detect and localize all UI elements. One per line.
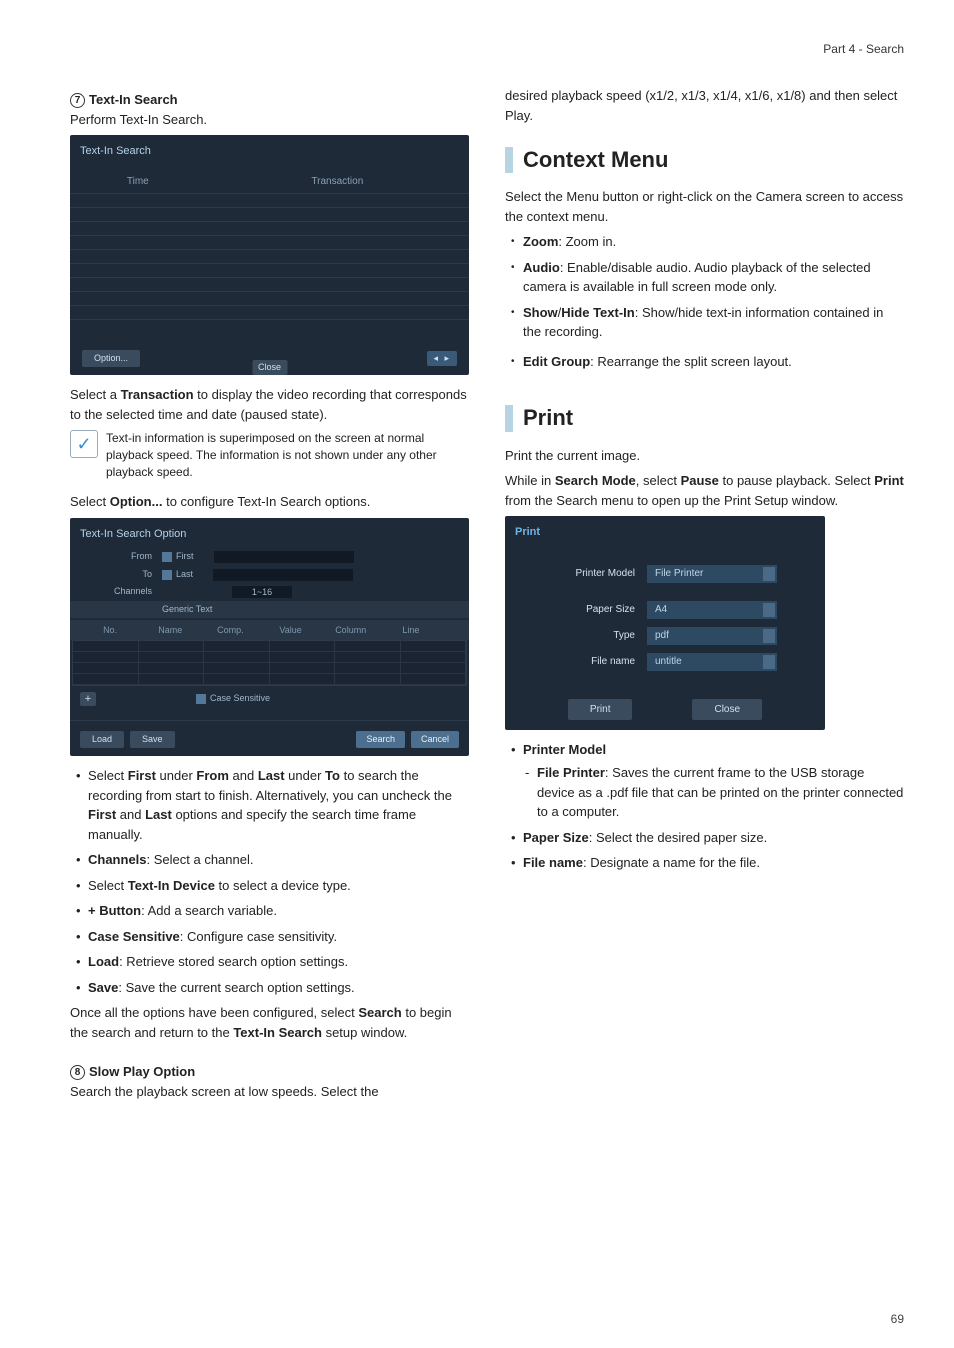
chevron-down-icon: [763, 603, 775, 617]
option-footer: Load Save Search Cancel: [70, 720, 469, 749]
case-sensitive-checkbox[interactable]: [196, 694, 206, 704]
list-item: Save: Save the current search option set…: [74, 978, 469, 998]
print-button[interactable]: Print: [568, 699, 633, 720]
section-7-title: Text-In Search: [89, 92, 178, 107]
section-8-title: Slow Play Option: [89, 1064, 195, 1079]
option-intro: Select Option... to configure Text-In Se…: [70, 492, 469, 512]
file-name-row: File name untitle: [505, 649, 825, 675]
channels-field[interactable]: 1~16: [232, 586, 292, 598]
textin-table-header: Time Transaction: [70, 174, 469, 189]
option-plus-row: + Case Sensitive: [70, 686, 469, 712]
first-label: First: [176, 550, 194, 564]
option-from-row: From First: [70, 548, 469, 566]
textin-transaction-para: Select a Transaction to display the vide…: [70, 385, 469, 424]
printer-model-row: Printer Model File Printer: [505, 561, 825, 587]
chevron-down-icon: [763, 629, 775, 643]
section-7-heading: 7 Text-In Search: [70, 90, 469, 110]
list-item: File name: Designate a name for the file…: [509, 853, 904, 873]
list-item: Edit Group: Rearrange the split screen l…: [509, 352, 904, 372]
section-7-subtitle: Perform Text-In Search.: [70, 110, 469, 130]
info-note-text: Text-in information is superimposed on t…: [106, 430, 469, 480]
slow-play-continuation: desired playback speed (x1/2, x1/3, x1/4…: [505, 86, 904, 125]
textin-close-button[interactable]: Close: [252, 360, 287, 376]
type-row: Type pdf: [505, 623, 825, 649]
list-item: Case Sensitive: Configure case sensitivi…: [74, 927, 469, 947]
print-close-button[interactable]: Close: [692, 699, 762, 720]
paper-size-row: Paper Size A4: [505, 597, 825, 623]
printer-model-select[interactable]: File Printer: [647, 565, 777, 583]
option-closing-para: Once all the options have been configure…: [70, 1003, 469, 1042]
print-dialog-title: Print: [505, 522, 825, 547]
cancel-button[interactable]: Cancel: [411, 731, 459, 749]
textin-search-screenshot: Text-In Search Time Transaction Option..…: [70, 135, 469, 375]
chevron-down-icon: [763, 567, 775, 581]
plus-button[interactable]: +: [80, 692, 96, 706]
file-name-input[interactable]: untitle: [647, 653, 777, 671]
option-channels-row: Channels 1~16: [70, 583, 469, 601]
context-menu-heading: Context Menu: [505, 147, 904, 173]
to-field[interactable]: [213, 569, 353, 581]
textin-col-transaction: Transaction: [206, 174, 469, 189]
context-menu-intro: Select the Menu button or right-click on…: [505, 187, 904, 226]
option-to-row: To Last: [70, 566, 469, 584]
sub-list-item: File Printer: Saves the current frame to…: [523, 763, 904, 822]
textin-panel-title: Text-In Search: [70, 141, 469, 166]
print-bullet-list: Printer Model File Printer: Saves the cu…: [505, 740, 904, 873]
list-item: Select Text-In Device to select a device…: [74, 876, 469, 896]
textin-option-screenshot: Text-In Search Option From First To Last…: [70, 518, 469, 757]
paper-size-select[interactable]: A4: [647, 601, 777, 619]
last-checkbox[interactable]: [162, 570, 172, 580]
section-8-heading: 8 Slow Play Option: [70, 1062, 469, 1082]
edit-icon: [763, 655, 775, 669]
circled-number-8: 8: [70, 1065, 85, 1080]
last-label: Last: [176, 568, 193, 582]
list-item: Select First under From and Last under T…: [74, 766, 469, 844]
print-dialog-screenshot: Print Printer Model File Printer Paper S…: [505, 516, 825, 730]
left-column: 7Text-In Search Perform Text-In Search. …: [70, 86, 469, 1107]
page-header: Part 4 - Search: [70, 40, 904, 58]
option-device-row: Generic Text: [70, 601, 469, 619]
textin-nav-arrows[interactable]: ◂ ▸: [427, 351, 457, 367]
list-item: Show/Hide Text-In: Show/hide text-in inf…: [509, 303, 904, 342]
list-item: Audio: Enable/disable audio. Audio playb…: [509, 258, 904, 297]
print-heading: Print: [505, 405, 904, 431]
from-field[interactable]: [214, 551, 354, 563]
case-sensitive-label: Case Sensitive: [210, 692, 270, 706]
load-button[interactable]: Load: [80, 731, 124, 749]
page-number: 69: [891, 1310, 904, 1328]
check-icon: ✓: [70, 430, 98, 458]
device-field[interactable]: Generic Text: [162, 603, 212, 617]
textin-col-time: Time: [70, 174, 206, 189]
option-panel-title: Text-In Search Option: [70, 524, 469, 549]
list-item: Paper Size: Select the desired paper siz…: [509, 828, 904, 848]
textin-table-body: [70, 193, 469, 333]
option-grid-header: No. Name Comp. Value Column Line: [70, 620, 469, 640]
right-column: desired playback speed (x1/2, x1/3, x1/4…: [505, 86, 904, 1107]
two-column-layout: 7Text-In Search Perform Text-In Search. …: [70, 86, 904, 1107]
print-dialog-footer: Print Close: [505, 699, 825, 720]
option-bullet-list: Select First under From and Last under T…: [70, 766, 469, 997]
print-p1: Print the current image.: [505, 446, 904, 466]
info-note: ✓ Text-in information is superimposed on…: [70, 430, 469, 480]
option-save-button[interactable]: Save: [130, 731, 175, 749]
list-item: Load: Retrieve stored search option sett…: [74, 952, 469, 972]
textin-option-button[interactable]: Option...: [82, 350, 140, 368]
first-checkbox[interactable]: [162, 552, 172, 562]
option-grid-body: [72, 640, 467, 686]
list-item: Channels: Select a channel.: [74, 850, 469, 870]
search-button[interactable]: Search: [356, 731, 405, 749]
context-menu-list: Zoom: Zoom in. Audio: Enable/disable aud…: [505, 232, 904, 371]
circled-number-7: 7: [70, 93, 85, 108]
section-8-subtitle: Search the playback screen at low speeds…: [70, 1082, 469, 1102]
list-item: + Button: Add a search variable.: [74, 901, 469, 921]
type-select[interactable]: pdf: [647, 627, 777, 645]
list-item: Zoom: Zoom in.: [509, 232, 904, 252]
print-p2: While in Search Mode, select Pause to pa…: [505, 471, 904, 510]
list-item: Printer Model File Printer: Saves the cu…: [509, 740, 904, 822]
